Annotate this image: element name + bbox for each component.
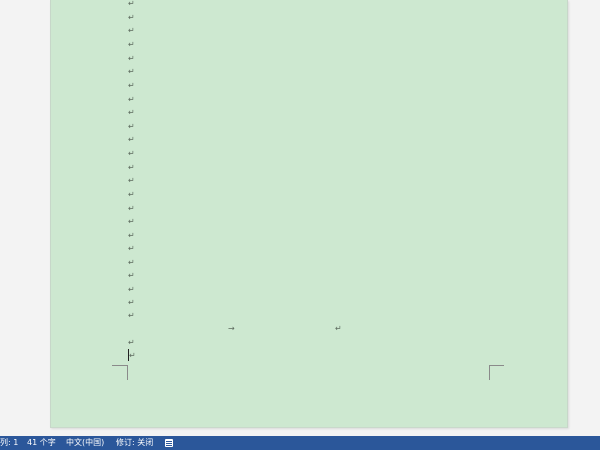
paragraph-mark: ↵ [128,271,135,280]
paragraph-mark: ↵ [128,285,135,294]
track-changes-status[interactable]: 修订: 关闭 [116,436,153,450]
paragraph-mark: ↵ [128,298,135,307]
status-bar: 列: 1 41 个字 中文(中国) 修订: 关闭 [0,436,600,450]
document-area[interactable]: ↵ ↵ ↵ ↵ ↵ ↵ ↵ ↵ ↵ ↵ ↵ ↵ ↵ ↵ ↵ ↵ ↵ ↵ ↵ ↵ … [0,0,600,436]
paragraph-mark: ↵ [128,244,135,253]
tab-mark: → [228,324,235,333]
paragraph-mark: ↵ [128,217,135,226]
paragraph-mark: ↵ [128,204,135,213]
paragraph-mark: ↵ [128,122,135,131]
paragraph-mark: ↵ [128,81,135,90]
paragraph-mark: ↵ [128,54,135,63]
paragraph-mark: ↵ [129,351,136,360]
paragraph-mark: ↵ [128,26,135,35]
paragraph-mark: ↵ [128,176,135,185]
paragraph-mark: ↵ [128,135,135,144]
paragraph-mark: ↵ [128,0,135,8]
paragraph-mark: ↵ [128,163,135,172]
column-indicator[interactable]: 列: 1 [0,436,18,450]
document-page[interactable]: ↵ ↵ ↵ ↵ ↵ ↵ ↵ ↵ ↵ ↵ ↵ ↵ ↵ ↵ ↵ ↵ ↵ ↵ ↵ ↵ … [50,0,568,428]
paragraph-mark: ↵ [128,338,135,347]
paragraph-mark: ↵ [128,67,135,76]
paragraph-mark: ↵ [128,190,135,199]
paragraph-mark: ↵ [128,258,135,267]
paragraph-mark: ↵ [128,311,135,320]
word-count[interactable]: 41 个字 [27,436,56,450]
paragraph-mark: ↵ [128,108,135,117]
macro-record-icon[interactable] [165,439,173,447]
paragraph-mark: ↵ [128,231,135,240]
paragraph-mark: ↵ [128,95,135,104]
text-cursor [128,349,129,361]
paragraph-mark: ↵ [128,149,135,158]
paragraph-mark: ↵ [128,13,135,22]
paragraph-mark: ↵ [128,40,135,49]
language-indicator[interactable]: 中文(中国) [66,436,104,450]
paragraph-mark: ↵ [335,324,342,333]
